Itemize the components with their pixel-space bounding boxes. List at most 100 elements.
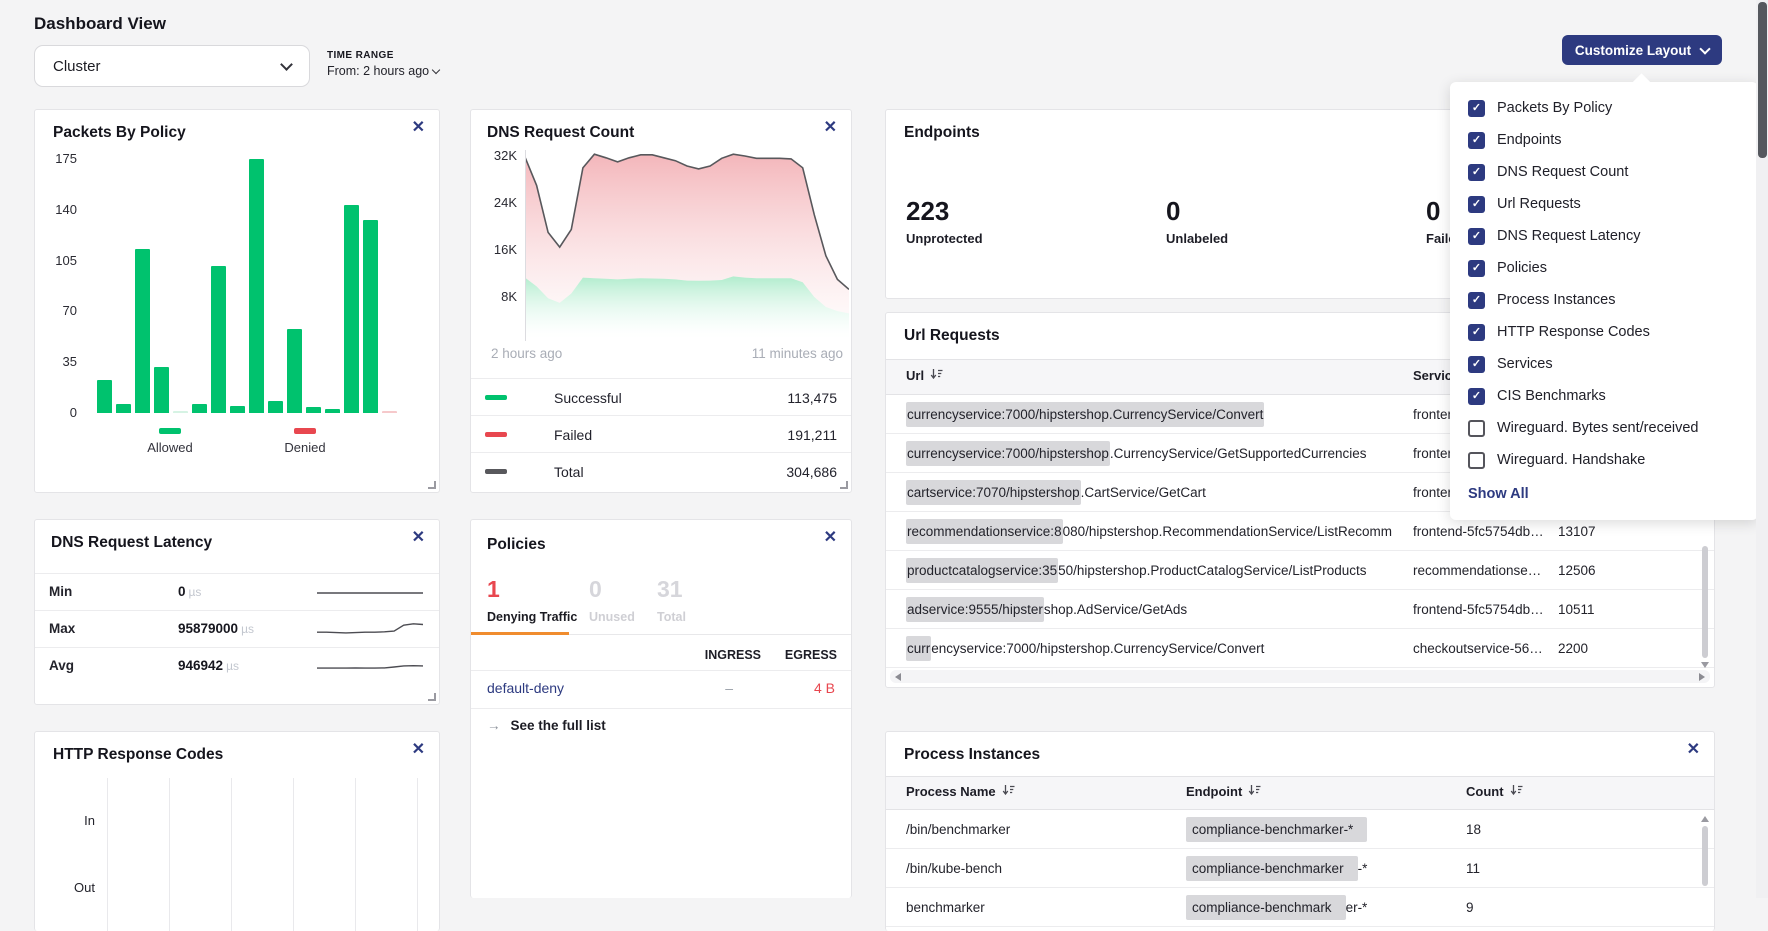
checked-checkbox-icon[interactable] [1468,164,1485,181]
count-cell: 18 [1466,810,1546,849]
sparkline [317,582,423,604]
menu-item-services[interactable]: Services [1450,348,1758,380]
close-icon[interactable]: ✕ [412,530,425,546]
checked-checkbox-icon[interactable] [1468,260,1485,277]
table-row[interactable]: /bin/benchmarkercompliance-benchmarker-*… [886,810,1714,849]
tab-value-unused[interactable]: 0 [589,576,602,603]
column-header-endpoint[interactable]: Endpoint [1186,784,1261,799]
table-row[interactable]: benchmarkercompliance-benchmarker-*9 [886,888,1714,927]
close-icon[interactable]: ✕ [1687,742,1700,758]
legend-swatch-allowed [159,428,181,434]
column-header-count[interactable]: Count [1466,784,1523,799]
table-row[interactable]: productcatalogservice:3550/hipstershop.P… [886,551,1714,590]
arrow-right-icon: → [487,718,501,733]
table-row[interactable]: currencyservice:7000/hipstershop.Currenc… [886,629,1714,668]
service-cell: frontend-5fc5754db… [1413,590,1548,629]
resize-handle-icon[interactable] [840,481,848,489]
chevron-down-icon [280,58,293,71]
latency-unit: µs [241,622,254,636]
legend-row-successful: Successful113,475 [471,378,851,415]
time-range-label: TIME RANGE [327,50,439,61]
legend-row-total: Total304,686 [471,452,851,489]
show-all-link[interactable]: Show All [1468,486,1758,502]
menu-item-wireguard-handshake[interactable]: Wireguard. Handshake [1450,444,1758,476]
unchecked-checkbox-icon[interactable] [1468,420,1485,437]
menu-item-wireguard-bytes-sent-received[interactable]: Wireguard. Bytes sent/received [1450,412,1758,444]
menu-item-url-requests[interactable]: Url Requests [1450,188,1758,220]
close-icon[interactable]: ✕ [824,530,837,546]
page-scrollbar-thumb[interactable] [1758,2,1767,158]
customize-layout-menu: Packets By PolicyEndpointsDNS Request Co… [1450,82,1758,520]
resize-handle-icon[interactable] [428,481,436,489]
url-cell: currencyservice:7000/hipstershop.Currenc… [906,629,1396,668]
menu-item-label: Services [1497,356,1553,372]
y-tick-label: 8K [483,289,517,304]
tab-label[interactable]: Unused [589,610,635,624]
tab-value-total[interactable]: 31 [657,576,683,603]
view-selector[interactable]: Cluster [34,45,310,87]
time-range: TIME RANGE From: 2 hours ago [327,50,439,78]
http-response-codes-card: HTTP Response Codes ✕ In Out [34,731,440,931]
vertical-scrollbar-thumb[interactable] [1702,826,1708,886]
menu-item-packets-by-policy[interactable]: Packets By Policy [1450,92,1758,124]
policy-egress-value: 4 B [814,680,835,696]
card-title: HTTP Response Codes [53,746,223,764]
latency-label: Avg [49,658,74,673]
legend-swatch [485,432,507,437]
checked-checkbox-icon[interactable] [1468,196,1485,213]
unchecked-checkbox-icon[interactable] [1468,452,1485,469]
policies-card: Policies ✕ 1Denying Traffic0Unused31Tota… [470,519,852,898]
latency-label: Max [49,621,75,636]
close-icon[interactable]: ✕ [412,742,425,758]
checked-checkbox-icon[interactable] [1468,388,1485,405]
tab-value-denying-traffic[interactable]: 1 [487,576,500,603]
bar-allowed [325,409,340,413]
scroll-down-arrow-icon[interactable] [1701,662,1709,668]
sort-icon [1248,784,1261,799]
gridline [293,778,294,931]
divider [471,670,851,671]
scroll-left-arrow-icon[interactable] [895,673,901,681]
see-full-list-link[interactable]: →See the full list [487,718,606,733]
menu-item-process-instances[interactable]: Process Instances [1450,284,1758,316]
menu-item-policies[interactable]: Policies [1450,252,1758,284]
url-cell: currencyservice:7000/hipstershop.Currenc… [906,434,1396,473]
vertical-scrollbar-thumb[interactable] [1702,546,1708,658]
legend-label: Failed [554,427,592,443]
column-header-url[interactable]: Url [906,368,943,383]
card-title: Endpoints [904,124,980,142]
checked-checkbox-icon[interactable] [1468,292,1485,309]
scroll-right-arrow-icon[interactable] [1699,673,1705,681]
tab-label[interactable]: Denying Traffic [487,610,577,624]
policy-name-link[interactable]: default-deny [487,680,564,696]
checked-checkbox-icon[interactable] [1468,100,1485,117]
customize-layout-button[interactable]: Customize Layout [1562,35,1722,65]
menu-item-http-response-codes[interactable]: HTTP Response Codes [1450,316,1758,348]
menu-item-cis-benchmarks[interactable]: CIS Benchmarks [1450,380,1758,412]
menu-item-label: Policies [1497,260,1547,276]
table-row[interactable]: /bin/kube-benchcompliance-benchmarker-*1… [886,849,1714,888]
checked-checkbox-icon[interactable] [1468,132,1485,149]
menu-item-dns-request-count[interactable]: DNS Request Count [1450,156,1758,188]
menu-item-dns-request-latency[interactable]: DNS Request Latency [1450,220,1758,252]
column-header-process-name[interactable]: Process Name [906,784,1015,799]
count-cell: 10511 [1558,590,1638,629]
checked-checkbox-icon[interactable] [1468,356,1485,373]
time-range-value[interactable]: From: 2 hours ago [327,64,439,78]
y-tick-label: 24K [483,195,517,210]
page-scrollbar[interactable] [1756,0,1768,898]
menu-item-endpoints[interactable]: Endpoints [1450,124,1758,156]
tab-label[interactable]: Total [657,610,686,624]
resize-handle-icon[interactable] [428,693,436,701]
checked-checkbox-icon[interactable] [1468,324,1485,341]
scroll-up-arrow-icon[interactable] [1701,816,1709,822]
packets-bar-chart: 17514010570350AllowedDenied [35,110,439,492]
highlighted-endpoint-text: compliance-benchmarker-* [1186,817,1367,842]
latency-value: 946942µs [178,658,239,673]
gridline [417,778,418,931]
horizontal-scrollbar[interactable] [890,670,1710,683]
highlighted-url-text: currencyservice:7000/hipstershop [906,441,1110,466]
table-row[interactable]: adservice:9555/hipstershop.AdService/Get… [886,590,1714,629]
checked-checkbox-icon[interactable] [1468,228,1485,245]
close-icon[interactable]: ✕ [824,120,837,136]
